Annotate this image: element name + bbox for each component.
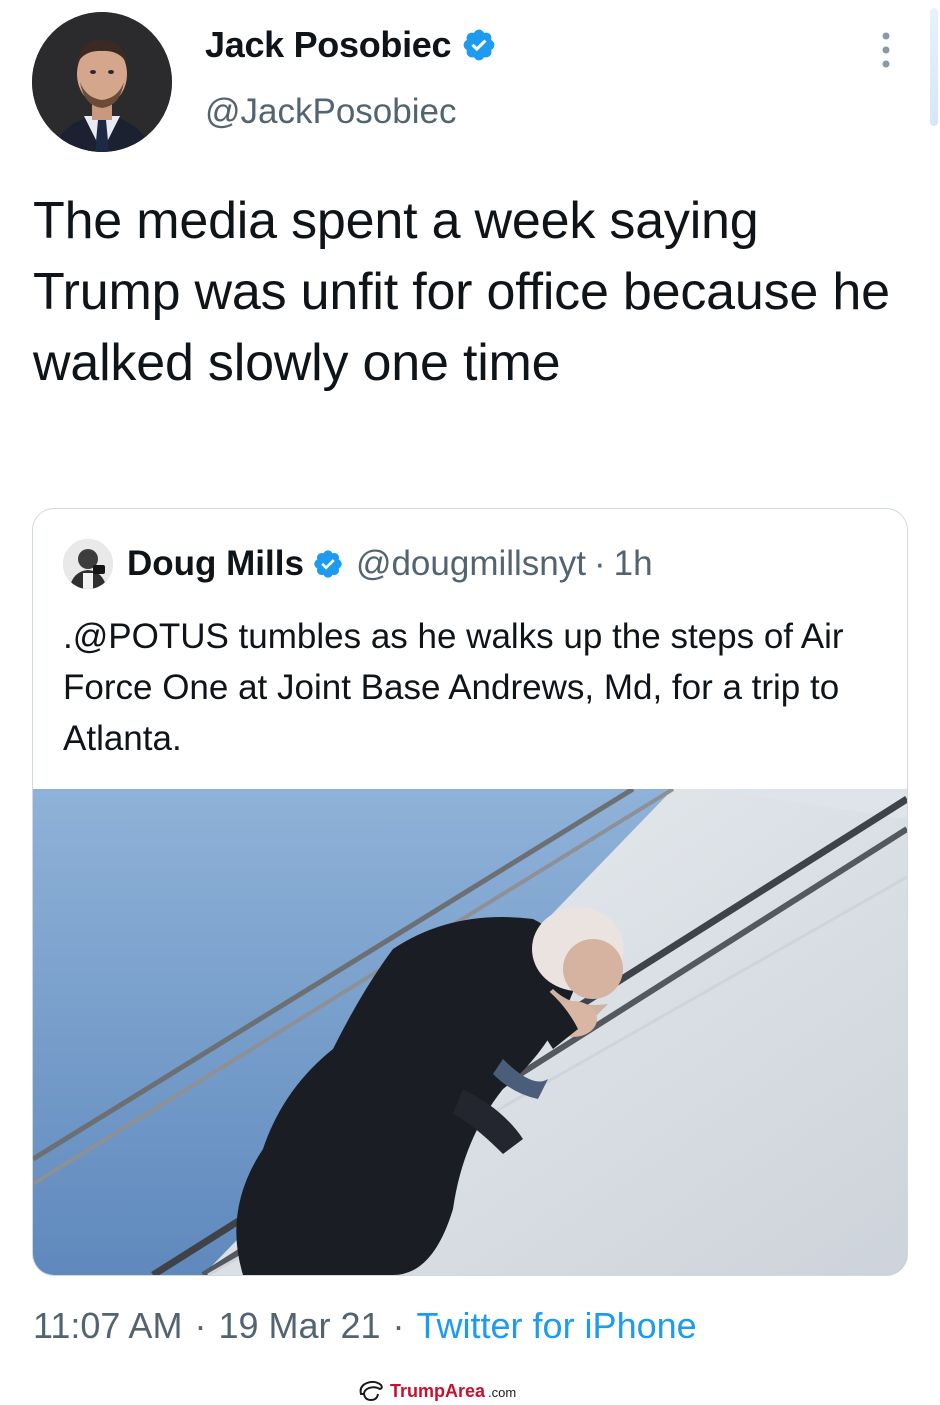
quoted-author-avatar: [63, 539, 113, 589]
author-name[interactable]: Jack Posobiec: [205, 24, 452, 66]
tweet-timestamp[interactable]: 11:07 AM: [33, 1305, 182, 1347]
quoted-separator: ·: [594, 544, 606, 583]
quoted-tweet-photo[interactable]: [33, 789, 907, 1275]
tweet-header: Jack Posobiec @JackPosobiec: [0, 0, 940, 160]
author-name-row: Jack Posobiec: [205, 24, 497, 66]
more-options-icon[interactable]: [876, 30, 896, 70]
trumparea-wordmark: TrumpArea .com: [390, 1381, 516, 1401]
svg-text:TrumpArea: TrumpArea: [390, 1381, 486, 1401]
quoted-tweet-card[interactable]: Doug Mills @dougmillsnyt · 1h .@POTUS tu…: [32, 508, 908, 1276]
quoted-author-name[interactable]: Doug Mills: [127, 544, 304, 584]
quoted-tweet-text: .@POTUS tumbles as he walks up the steps…: [63, 617, 844, 758]
tweet-text: The media spent a week saying Trump was …: [33, 192, 890, 392]
tweet-date[interactable]: 19 Mar 21: [218, 1305, 380, 1347]
svg-text:.com: .com: [488, 1385, 516, 1400]
meta-separator: ·: [392, 1305, 405, 1346]
tweet-source-link[interactable]: Twitter for iPhone: [417, 1305, 697, 1347]
quoted-tweet-header: Doug Mills @dougmillsnyt · 1h: [63, 539, 653, 589]
verified-icon: [314, 550, 342, 578]
author-avatar[interactable]: [32, 12, 172, 152]
quoted-author-handle[interactable]: @dougmillsnyt: [356, 544, 586, 584]
quoted-tweet-age: 1h: [613, 544, 653, 583]
meta-separator: ·: [194, 1305, 207, 1346]
trump-hair-logo-icon: [359, 1380, 383, 1402]
verified-icon: [463, 29, 495, 61]
author-handle[interactable]: @JackPosobiec: [205, 92, 456, 132]
trumparea-watermark: TrumpArea .com: [358, 1380, 575, 1402]
tweet-meta: 11:07 AM · 19 Mar 21 · Twitter for iPhon…: [33, 1305, 697, 1347]
